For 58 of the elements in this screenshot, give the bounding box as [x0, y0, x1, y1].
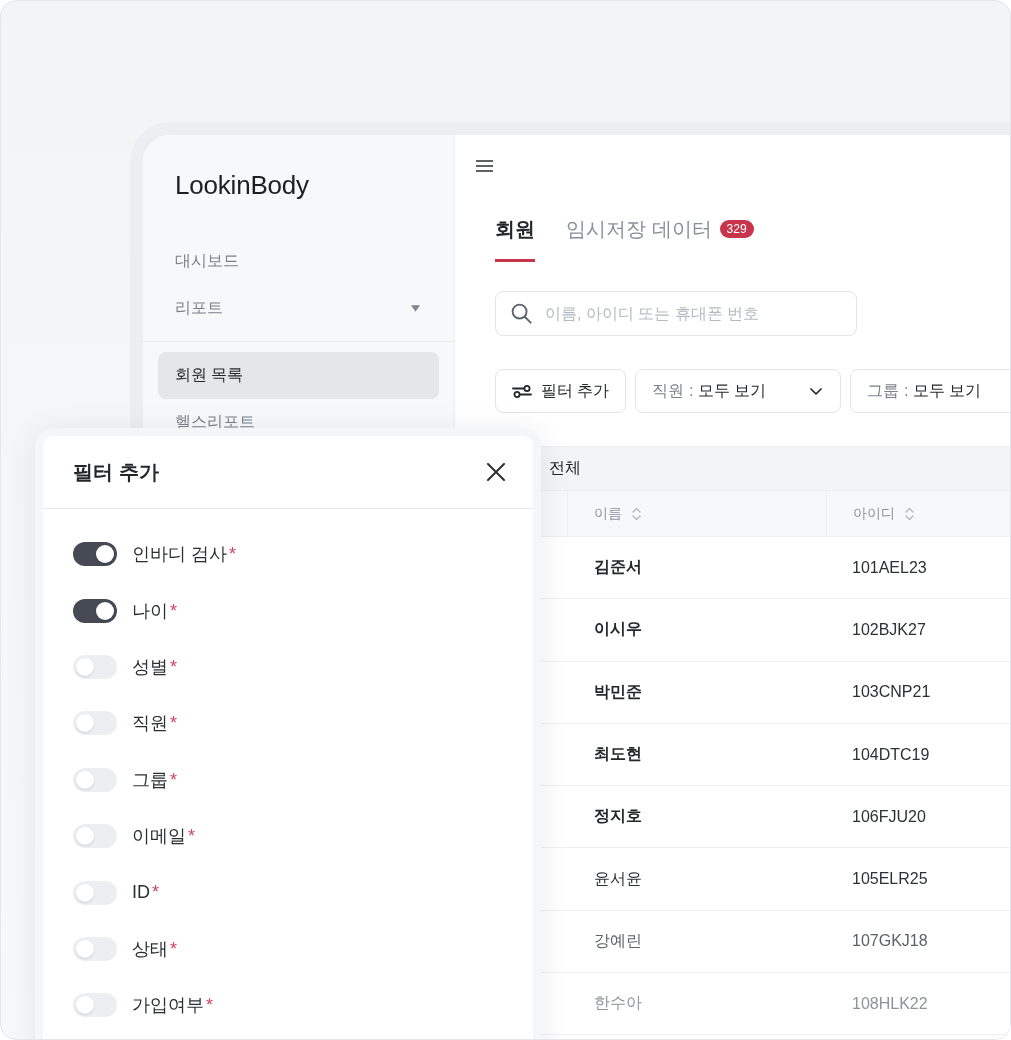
- count-badge: 329: [719, 220, 754, 238]
- sliders-icon: [512, 383, 532, 399]
- table-cell-text: 102BJK27: [851, 619, 927, 640]
- menu-icon[interactable]: [476, 160, 493, 172]
- toggle-switch[interactable]: [73, 598, 117, 623]
- table-cell-text: 104DTC19: [851, 744, 931, 765]
- toggle-label: 나이*: [132, 599, 177, 623]
- table-cell-text: 강예린: [593, 930, 643, 951]
- chevron-down-icon: [810, 387, 823, 395]
- sort-icon[interactable]: [632, 506, 641, 521]
- table-cell-text: 이시우: [593, 619, 643, 640]
- sidebar-item[interactable]: 리포트: [158, 285, 439, 332]
- toggle-label: 그룹*: [132, 768, 177, 792]
- table-cell-text: 박민준: [593, 681, 643, 702]
- column-header[interactable]: 아이디: [826, 491, 1010, 536]
- close-icon[interactable]: [487, 463, 505, 481]
- toggle-label: 상태*: [132, 937, 177, 961]
- add-filter-button[interactable]: 필터 추가: [495, 369, 627, 413]
- table-cell-text: 103CNP21: [851, 682, 932, 703]
- toggle-switch[interactable]: [73, 654, 117, 679]
- table-cell-text: 105ELR25: [851, 869, 929, 890]
- table-cell-text: 정지호: [593, 806, 643, 827]
- toggle-label: 성별*: [132, 655, 177, 679]
- dialog-title: 필터 추가: [73, 459, 159, 485]
- toggle-label: 인바디 검사*: [132, 543, 237, 567]
- toggle-label: 이메일*: [132, 825, 195, 849]
- table-cell-text: 윤서윤: [593, 868, 643, 889]
- table-cell-text: 106FJU20: [851, 806, 927, 827]
- table-cell-text: 107GKJ18: [851, 931, 929, 952]
- search-icon: [511, 303, 532, 324]
- toggle-switch[interactable]: [73, 880, 117, 905]
- toggle-switch[interactable]: [73, 993, 117, 1018]
- toggle-label: ID*: [132, 882, 159, 904]
- tab[interactable]: 회원: [495, 215, 535, 262]
- filter-dropdown[interactable]: 그룹 : 모두 보기: [850, 369, 1010, 413]
- toggle-switch[interactable]: [73, 767, 117, 792]
- toggle-label: 직원*: [132, 712, 177, 736]
- toggle-switch[interactable]: [73, 711, 117, 736]
- toggle-switch[interactable]: [73, 936, 117, 961]
- sidebar-item[interactable]: 회원 목록: [158, 352, 439, 399]
- sidebar-item[interactable]: 대시보드: [158, 238, 439, 285]
- caret-icon: [411, 305, 420, 312]
- tab[interactable]: 임시저장 데이터 329: [566, 215, 754, 262]
- toggle-switch[interactable]: [73, 824, 117, 849]
- filter-dropdown[interactable]: 직원 : 모두 보기: [635, 369, 842, 413]
- table-cell-text: 101AEL23: [851, 557, 928, 578]
- table-cell-text: 김준서: [593, 557, 643, 578]
- sort-icon[interactable]: [905, 506, 914, 521]
- sidebar-item[interactable]: 헬스리포트: [158, 399, 439, 446]
- search-field[interactable]: 이름, 아이디 또는 휴대폰 번호: [495, 291, 857, 336]
- toggle-label: 가입여부*: [132, 994, 213, 1018]
- toggle-switch[interactable]: [73, 542, 117, 567]
- table-cell-text: 최도현: [593, 744, 643, 765]
- summary-label: 전체: [549, 458, 581, 478]
- table-cell-text: 108HLK22: [851, 993, 929, 1014]
- logo: LookinBody: [175, 170, 309, 200]
- column-header[interactable]: 이름: [567, 491, 826, 536]
- table-cell-text: 한수아: [593, 993, 643, 1014]
